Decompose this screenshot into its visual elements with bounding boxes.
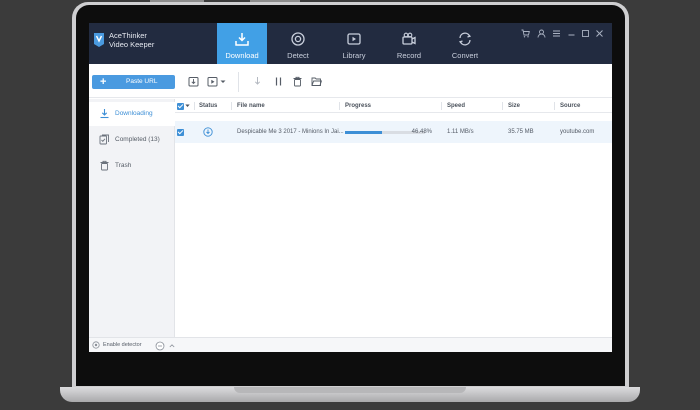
table-row[interactable]: Despicable Me 3 2017 - Minions In Jai...… [175, 121, 612, 143]
header-divider [554, 102, 555, 110]
tab-record-label: Record [396, 51, 422, 60]
paste-url-button[interactable]: + Paste URL [92, 75, 175, 89]
cart-icon[interactable] [521, 29, 530, 38]
detector-icon [92, 341, 100, 349]
plus-icon: + [100, 76, 107, 88]
header-divider [441, 102, 442, 110]
tab-detect-label: Detect [287, 51, 309, 60]
app-window: AceThinker Video Keeper Download Detect … [89, 23, 612, 352]
delete-icon[interactable] [292, 76, 303, 87]
close-icon[interactable] [595, 29, 604, 38]
convert-icon [458, 32, 472, 46]
progress-bar-fill [345, 131, 383, 134]
status-bar: Enable detector [89, 337, 612, 352]
sidebar-item-trash-label: Trash [115, 162, 132, 169]
detect-icon [291, 32, 305, 46]
sidebar-item-downloading-label: Downloading [115, 110, 153, 117]
laptop-notch [234, 387, 466, 393]
header-speed[interactable]: Speed [447, 99, 465, 113]
select-all-checkbox[interactable] [177, 102, 184, 110]
row-size: 35.75 MB [508, 129, 534, 135]
sidebar-item-completed-label: Completed (13) [115, 136, 160, 143]
trash-icon [100, 160, 109, 171]
header-divider [194, 102, 195, 110]
downloading-status-icon [203, 127, 213, 137]
tab-convert[interactable]: Convert [440, 23, 490, 64]
row-file-name: Despicable Me 3 2017 - Minions In Jai... [237, 129, 344, 135]
header-divider [231, 102, 232, 110]
enable-detector-label: Enable detector [103, 342, 142, 348]
tab-record[interactable]: Record [384, 23, 434, 64]
import-file-icon[interactable] [188, 76, 199, 87]
sidebar: Downloading Completed (13) Trash [89, 99, 175, 337]
select-menu-chevron-icon[interactable] [185, 104, 190, 108]
header-divider [502, 102, 503, 110]
brand-subtitle: Video Keeper [109, 40, 155, 49]
brand-name: AceThinker [109, 31, 147, 40]
header-size[interactable]: Size [508, 99, 520, 113]
header-divider [339, 102, 340, 110]
tab-convert-label: Convert [451, 51, 479, 60]
tab-detect[interactable]: Detect [273, 23, 323, 64]
title-bar: AceThinker Video Keeper Download Detect … [89, 23, 612, 64]
menu-icon[interactable] [552, 29, 561, 38]
tab-download[interactable]: Download [217, 23, 267, 64]
app-logo-icon [94, 33, 104, 47]
row-progress-label: 46.48% [411, 129, 432, 135]
sidebar-item-completed[interactable]: Completed (13) [89, 128, 175, 152]
detector-toggle-icon[interactable] [155, 341, 165, 351]
row-checkbox[interactable] [177, 128, 184, 136]
pause-icon[interactable] [273, 76, 284, 87]
brand: AceThinker Video Keeper [89, 23, 217, 64]
row-source: youtube.com [560, 129, 595, 135]
download-table: Status File name Progress Speed Size Sou… [175, 99, 612, 337]
tab-library[interactable]: Library [329, 23, 379, 64]
toolbar: + Paste URL [89, 64, 612, 98]
header-status[interactable]: Status [199, 99, 217, 113]
chevron-down-icon[interactable] [220, 76, 226, 87]
completed-files-icon [99, 134, 109, 145]
record-icon [402, 32, 416, 45]
minimize-icon[interactable] [567, 29, 576, 38]
paste-url-label: Paste URL [126, 78, 158, 85]
tab-download-label: Download [225, 51, 259, 60]
chevron-up-icon[interactable] [169, 343, 175, 349]
download-arrow-icon [100, 109, 109, 119]
download-icon [235, 33, 249, 46]
start-download-icon[interactable] [252, 76, 263, 87]
table-header: Status File name Progress Speed Size Sou… [175, 99, 612, 113]
header-source[interactable]: Source [560, 99, 580, 113]
header-file-name[interactable]: File name [237, 99, 265, 113]
save-options-icon[interactable] [207, 76, 218, 87]
maximize-icon[interactable] [581, 29, 590, 38]
library-icon [347, 33, 361, 45]
header-progress[interactable]: Progress [345, 99, 371, 113]
tab-library-label: Library [342, 51, 366, 60]
toolbar-divider [238, 72, 239, 92]
user-icon[interactable] [537, 29, 546, 38]
sidebar-item-trash[interactable]: Trash [89, 154, 175, 178]
sidebar-item-downloading[interactable]: Downloading [89, 102, 175, 126]
row-speed: 1.11 MB/s [447, 129, 474, 135]
open-folder-icon[interactable] [311, 76, 322, 87]
